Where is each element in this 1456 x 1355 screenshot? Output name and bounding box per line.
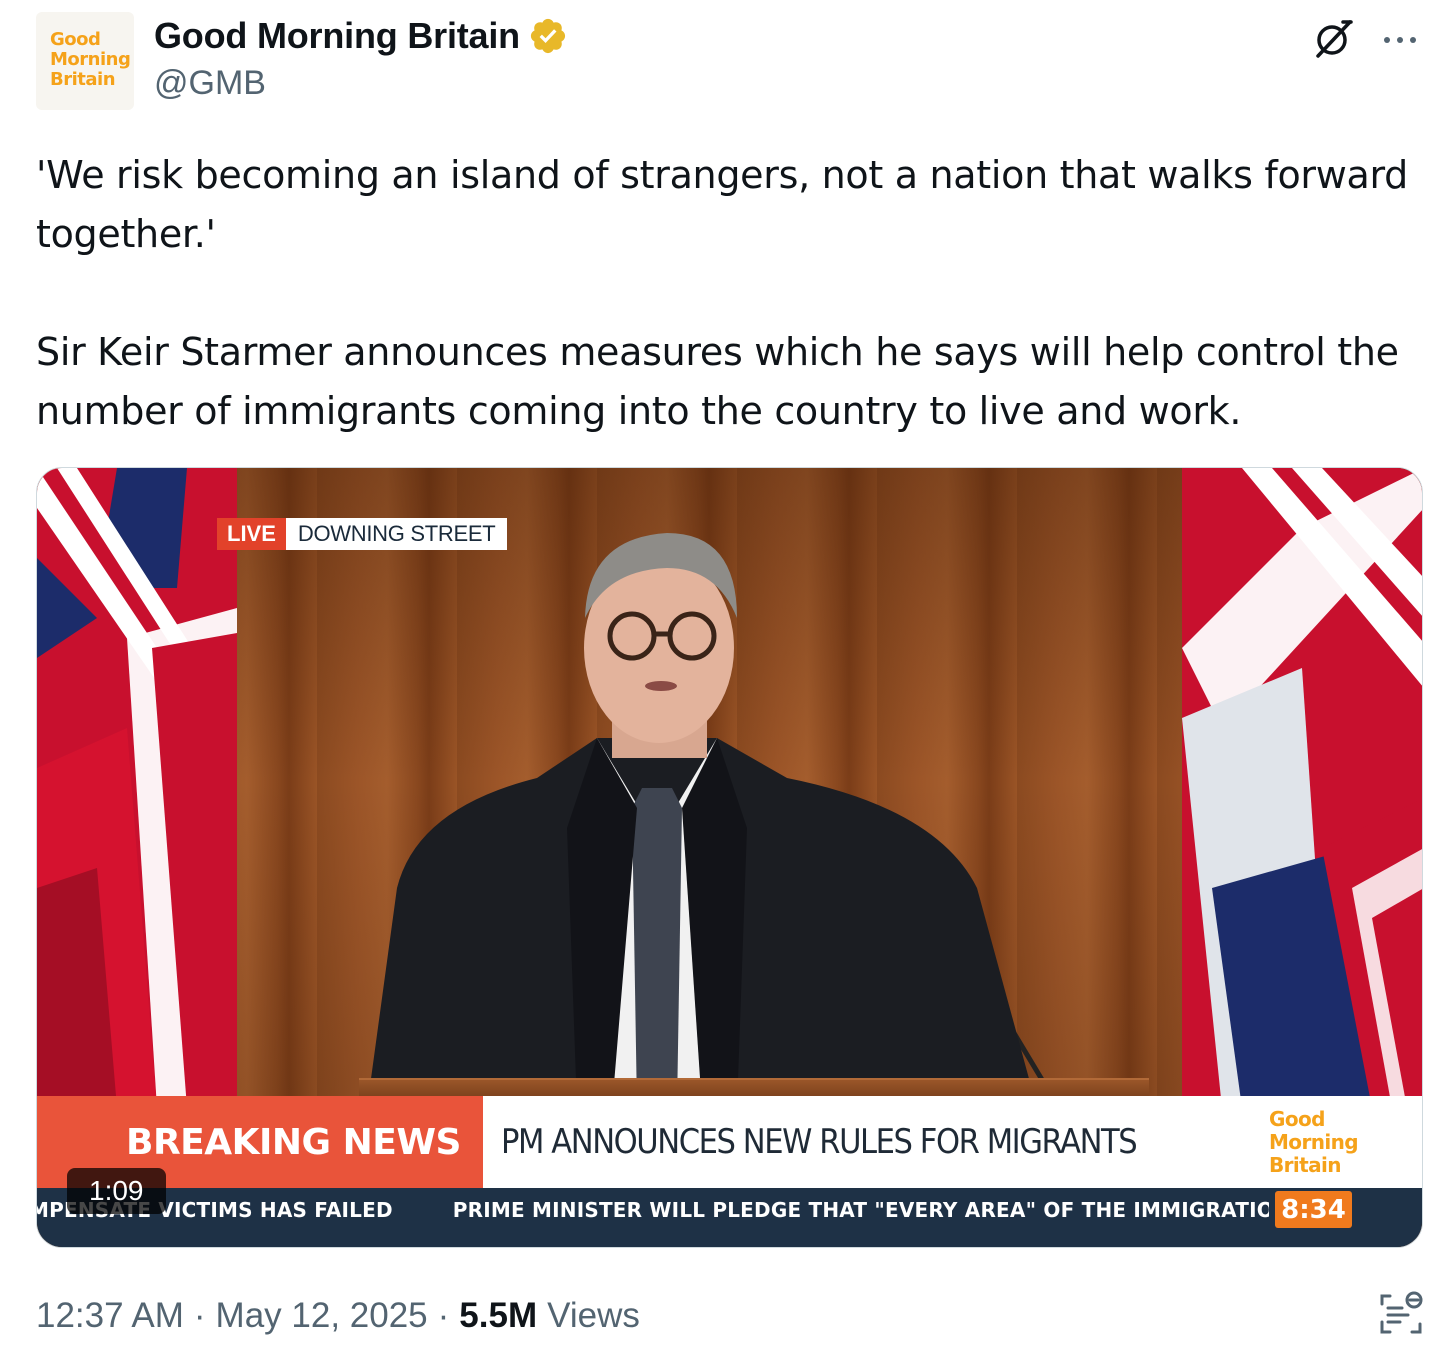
live-label: LIVE xyxy=(217,518,286,550)
video-player[interactable]: LIVE DOWNING STREET BREAKING NEWS PM ANN… xyxy=(36,467,1423,1248)
union-flag-left xyxy=(37,468,237,1108)
channel-logo-britain: Britain xyxy=(1269,1153,1342,1177)
verified-badge-icon[interactable] xyxy=(528,16,568,56)
tweet-paragraph-summary: Sir Keir Starmer announces measures whic… xyxy=(36,330,1399,433)
author-display-name[interactable]: Good Morning Britain xyxy=(154,15,520,57)
broadcast-clock: 8:34 xyxy=(1275,1191,1352,1228)
grok-icon[interactable] xyxy=(1310,16,1356,62)
views-count: 5.5M xyxy=(459,1296,538,1335)
meta-separator: · xyxy=(437,1296,450,1335)
author-name-row: Good Morning Britain xyxy=(154,14,568,58)
tweet-text: 'We risk becoming an island of strangers… xyxy=(36,146,1436,441)
avatar-logo-good: Good xyxy=(50,29,101,50)
channel-logo: Good Morning Britain xyxy=(1269,1107,1359,1177)
author-avatar[interactable]: Good Morning Britain xyxy=(36,12,134,110)
analytics-icon[interactable] xyxy=(1378,1290,1424,1336)
tweet-paragraph-quote: 'We risk becoming an island of strangers… xyxy=(36,153,1408,256)
avatar-logo-morning: Morning xyxy=(50,49,131,70)
ticker-item: PRIME MINISTER WILL PLEDGE THAT "EVERY A… xyxy=(452,1198,1269,1222)
author-handle[interactable]: @GMB xyxy=(154,64,266,103)
speaker-figure xyxy=(367,533,1050,1108)
video-duration-badge: 1:09 xyxy=(67,1168,166,1214)
news-lower-third: BREAKING NEWS PM ANNOUNCES NEW RULES FOR… xyxy=(37,1096,1422,1188)
channel-logo-morning: Morning xyxy=(1269,1130,1359,1154)
tweet-date[interactable]: May 12, 2025 xyxy=(216,1296,428,1336)
views-label: Views xyxy=(547,1296,640,1335)
tweet-meta: 12:37 AM · May 12, 2025 · 5.5M Views xyxy=(36,1296,640,1336)
union-flag-right xyxy=(1182,468,1422,1108)
avatar-logo-britain: Britain xyxy=(50,69,116,90)
news-headline: PM ANNOUNCES NEW RULES FOR MIGRANTS xyxy=(501,1122,1138,1162)
news-ticker: MPENSATE VICTIMS HAS FAILED PRIME MINIST… xyxy=(37,1188,1422,1247)
tweet-time[interactable]: 12:37 AM xyxy=(36,1296,184,1336)
channel-logo-good: Good xyxy=(1269,1107,1325,1131)
meta-separator: · xyxy=(193,1296,206,1335)
more-dots-icon[interactable] xyxy=(1380,20,1420,60)
tweet-card: Good Morning Britain Good Morning Britai… xyxy=(0,0,1456,1355)
